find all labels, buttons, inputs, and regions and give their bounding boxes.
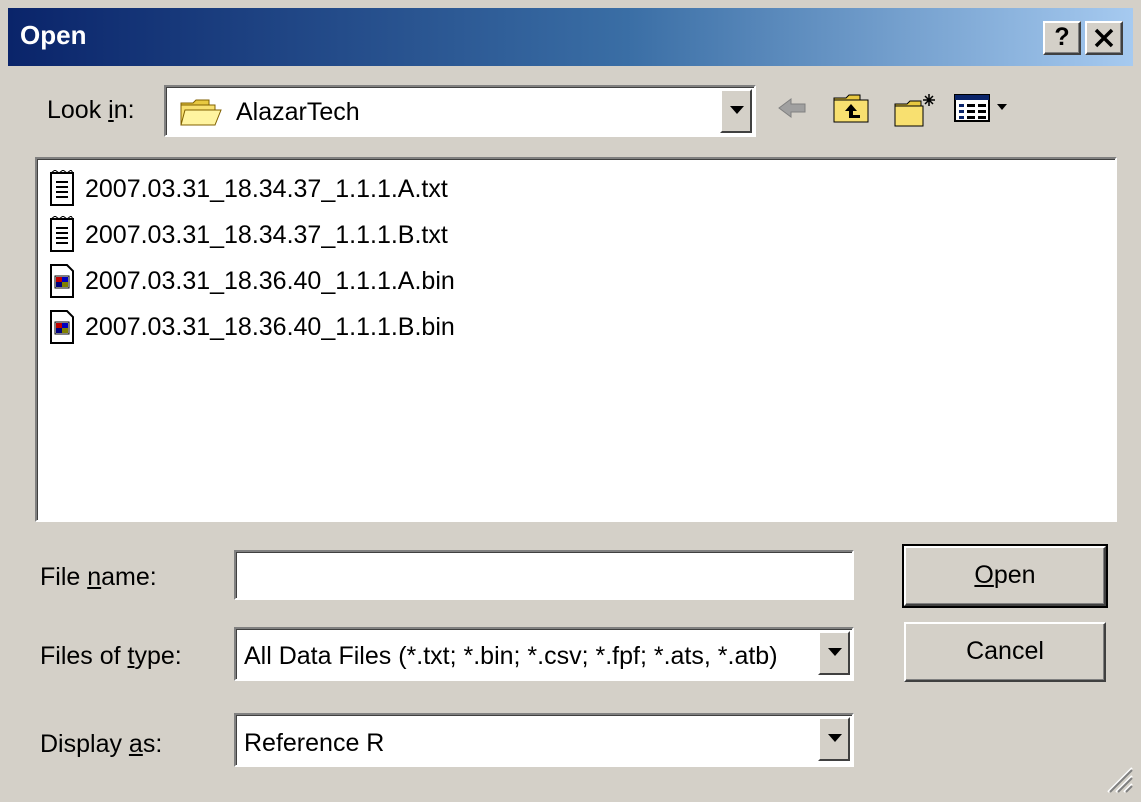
- look-in-dropdown[interactable]: AlazarTech: [164, 85, 756, 137]
- look-in-dropdown-arrow[interactable]: [720, 89, 752, 133]
- resize-grip-icon[interactable]: [1100, 760, 1134, 794]
- close-icon: [1094, 28, 1114, 48]
- display-as-value: Reference R: [244, 729, 385, 757]
- file-name-text: 2007.03.31_18.34.37_1.1.1.B.txt: [85, 220, 448, 249]
- title-bar[interactable]: Open ?: [8, 8, 1133, 66]
- list-item[interactable]: 2007.03.31_18.34.37_1.1.1.B.txt: [47, 213, 448, 257]
- bin-file-icon: [50, 310, 74, 344]
- file-list[interactable]: 2007.03.31_18.34.37_1.1.1.A.txt 2007.03.…: [35, 157, 1117, 522]
- files-of-type-dropdown-arrow[interactable]: [818, 631, 850, 675]
- cancel-button[interactable]: Cancel: [904, 622, 1106, 682]
- text-file-icon: [50, 216, 74, 252]
- file-name-label: File name:: [40, 563, 157, 591]
- file-name-text: 2007.03.31_18.36.40_1.1.1.A.bin: [85, 266, 455, 295]
- display-as-dropdown-arrow[interactable]: [818, 717, 850, 761]
- back-arrow-icon[interactable]: [777, 92, 809, 124]
- files-of-type-dropdown[interactable]: All Data Files (*.txt; *.bin; *.csv; *.f…: [234, 627, 854, 681]
- file-name-text: 2007.03.31_18.34.37_1.1.1.A.txt: [85, 174, 448, 203]
- folder-icon: [180, 99, 222, 126]
- display-as-label: Display as:: [40, 730, 163, 758]
- list-item[interactable]: 2007.03.31_18.34.37_1.1.1.A.txt: [47, 167, 448, 211]
- list-item[interactable]: 2007.03.31_18.36.40_1.1.1.B.bin: [47, 305, 455, 349]
- look-in-value: AlazarTech: [236, 98, 360, 126]
- view-menu-icon[interactable]: [953, 92, 1015, 124]
- chevron-down-icon: [828, 648, 842, 656]
- chevron-down-icon: [730, 106, 744, 114]
- files-of-type-value: All Data Files (*.txt; *.bin; *.csv; *.f…: [244, 642, 778, 670]
- bin-file-icon: [50, 264, 74, 298]
- open-button[interactable]: Open: [902, 544, 1108, 608]
- list-item[interactable]: 2007.03.31_18.36.40_1.1.1.A.bin: [47, 259, 455, 303]
- window-title: Open: [20, 20, 87, 50]
- display-as-dropdown[interactable]: Reference R: [234, 713, 854, 767]
- close-button[interactable]: [1085, 21, 1123, 55]
- up-one-level-icon[interactable]: [832, 92, 872, 126]
- file-name-text: 2007.03.31_18.36.40_1.1.1.B.bin: [85, 312, 455, 341]
- text-file-icon: [50, 170, 74, 206]
- new-folder-icon[interactable]: [893, 92, 939, 128]
- look-in-label: Look in:: [47, 96, 135, 124]
- chevron-down-icon: [828, 734, 842, 742]
- help-button[interactable]: ?: [1043, 21, 1081, 55]
- file-name-input[interactable]: [234, 550, 854, 600]
- files-of-type-label: Files of type:: [40, 642, 182, 670]
